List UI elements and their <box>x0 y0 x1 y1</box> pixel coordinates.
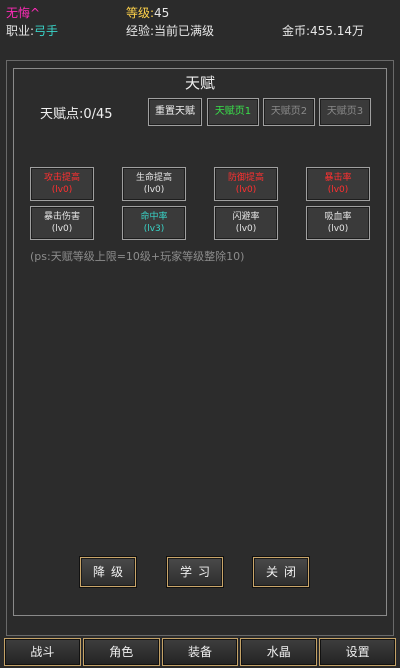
nav-crystal[interactable]: 水晶 <box>240 638 318 666</box>
talent-cap-note: (ps:天赋等级上限=10级+玩家等级整除10) <box>30 250 245 263</box>
talent-name: 吸血率 <box>324 212 352 222</box>
talent-level: (lv0) <box>143 185 165 195</box>
nav-settings[interactable]: 设置 <box>319 638 396 666</box>
talent-level: (lv0) <box>327 185 349 195</box>
talent-level: (lv0) <box>51 185 73 195</box>
talent-points: 天赋点:0/45 <box>40 107 113 122</box>
player-class: 职业:弓手 <box>6 22 58 39</box>
talent-page-3-tab[interactable]: 天赋页3 <box>319 98 371 126</box>
close-button[interactable]: 关闭 <box>253 557 309 587</box>
learn-button[interactable]: 学习 <box>167 557 223 587</box>
talent-name: 暴击伤害 <box>43 212 80 222</box>
talent-level: (lv0) <box>235 185 257 195</box>
nav-equipment[interactable]: 装备 <box>161 638 239 666</box>
level-value: 45 <box>154 6 170 20</box>
talent-level: (lv0) <box>327 224 349 234</box>
talent-level: (lv0) <box>235 224 257 234</box>
talent-attack[interactable]: 攻击提高 (lv0) <box>30 167 94 201</box>
player-level: 等级:45 <box>126 4 169 21</box>
talent-page-1-tab[interactable]: 天赋页1 <box>207 98 259 126</box>
talent-name: 攻击提高 <box>43 173 80 183</box>
talent-lifesteal[interactable]: 吸血率 (lv0) <box>306 206 370 240</box>
talent-crit-damage[interactable]: 暴击伤害 (lv0) <box>30 206 94 240</box>
talent-name: 命中率 <box>140 212 168 222</box>
talent-defense[interactable]: 防御提高 (lv0) <box>214 167 278 201</box>
talent-panel <box>13 68 387 616</box>
talent-name: 闪避率 <box>232 212 260 222</box>
talent-crit-rate[interactable]: 暴击率 (lv0) <box>306 167 370 201</box>
player-exp: 经验:当前已满级 <box>126 24 215 38</box>
talent-name: 暴击率 <box>324 173 352 183</box>
class-value: 弓手 <box>34 24 59 38</box>
talent-level: (lv3) <box>143 224 165 234</box>
player-gold: 金币:455.14万 <box>282 24 365 38</box>
status-header: 无悔^ 等级:45 职业:弓手 经验:当前已满级 金币:455.14万 <box>0 0 400 60</box>
talent-page-2-tab[interactable]: 天赋页2 <box>263 98 315 126</box>
class-label: 职业: <box>6 24 35 38</box>
panel-title: 天赋 <box>184 74 215 92</box>
bottom-nav: 战斗 角色 装备 水晶 设置 <box>0 638 400 668</box>
downgrade-button[interactable]: 降级 <box>80 557 136 587</box>
talent-level: (lv0) <box>51 224 73 234</box>
nav-character[interactable]: 角色 <box>82 638 160 666</box>
talent-dodge-rate[interactable]: 闪避率 (lv0) <box>214 206 278 240</box>
nav-battle[interactable]: 战斗 <box>4 638 81 666</box>
talent-name: 生命提高 <box>135 173 172 183</box>
level-label: 等级: <box>126 6 155 20</box>
talent-name: 防御提高 <box>227 173 264 183</box>
player-name: 无悔^ <box>6 6 41 20</box>
talent-hit-rate[interactable]: 命中率 (lv3) <box>122 206 186 240</box>
reset-talent-button[interactable]: 重置天赋 <box>148 98 202 126</box>
talent-hp[interactable]: 生命提高 (lv0) <box>122 167 186 201</box>
